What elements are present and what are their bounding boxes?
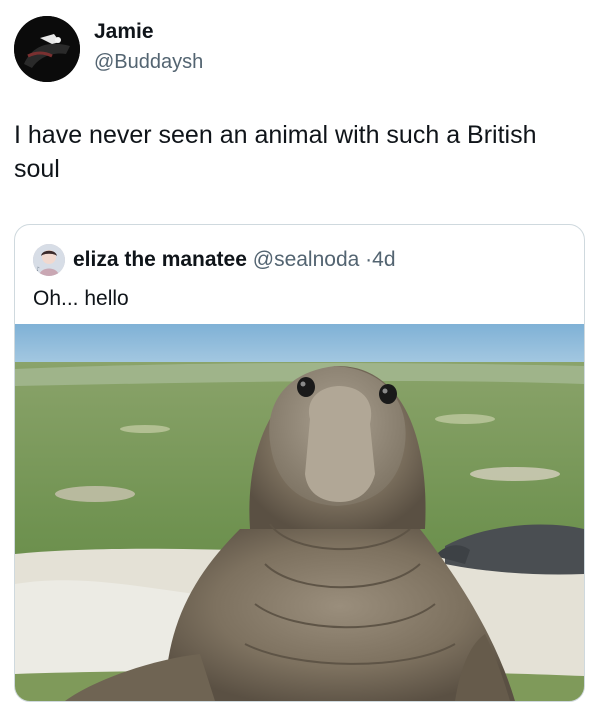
quoted-author-name[interactable]: eliza the manatee: [73, 248, 247, 271]
tweet-text: I have never seen an animal with such a …: [14, 121, 537, 183]
author-name[interactable]: Jamie: [94, 20, 154, 44]
author-avatar[interactable]: [14, 16, 80, 82]
quoted-author-avatar[interactable]: ♪: [33, 244, 65, 276]
elephant-seal-photo[interactable]: [15, 324, 584, 701]
quoted-header: eliza the manatee @sealnoda ·4d: [73, 248, 396, 272]
quoted-tweet-text: Oh... hello: [33, 287, 129, 310]
quoted-timestamp[interactable]: 4d: [372, 248, 395, 271]
quoted-author-handle[interactable]: @sealnoda: [253, 248, 360, 271]
quoted-tweet-card[interactable]: ♪ eliza the manatee @sealnoda ·4d Oh... …: [14, 224, 585, 702]
author-handle[interactable]: @Buddaysh: [94, 51, 203, 74]
svg-text:♪: ♪: [36, 266, 40, 273]
